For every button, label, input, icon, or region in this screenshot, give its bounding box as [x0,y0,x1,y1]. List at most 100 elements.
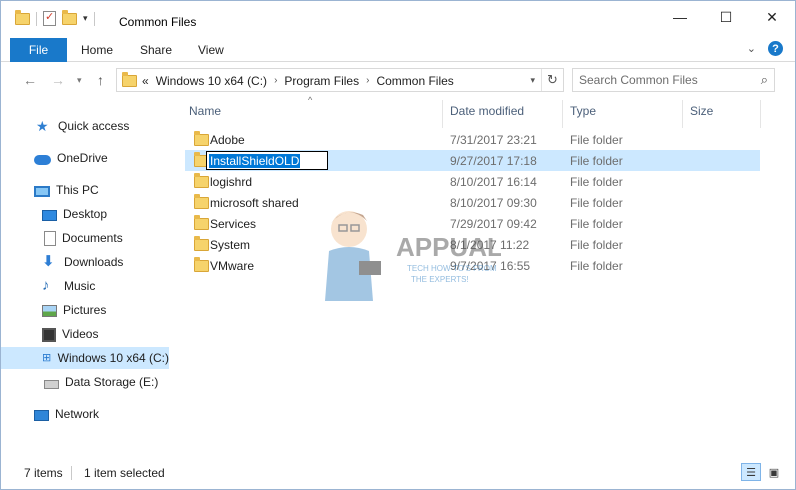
breadcrumb-item[interactable]: Windows 10 x64 (C:) [156,74,267,88]
navigation-pane: ★ Quick access OneDrive This PC Desktop … [1,98,176,457]
column-header-type[interactable]: Type [570,98,596,124]
breadcrumb: « Windows 10 x64 (C:) › Program Files › … [142,74,454,88]
up-arrow-icon[interactable]: ↑ [97,72,104,88]
sidebar-item-data-storage[interactable]: Data Storage (E:) [1,371,169,393]
close-button[interactable]: ✕ [749,1,795,33]
sidebar-item-network[interactable]: Network [1,403,169,425]
properties-icon[interactable] [43,10,56,26]
sidebar-item-documents[interactable]: Documents [1,227,169,249]
music-note-icon: ♪ [42,277,50,294]
documents-icon [44,230,56,246]
maximize-button[interactable]: ☐ [703,1,749,33]
sidebar-item-videos[interactable]: Videos [1,323,169,345]
sidebar-item-label: This PC [56,183,99,197]
window-controls: — ☐ ✕ [657,1,795,33]
toolbar-divider [36,11,37,26]
column-divider[interactable] [760,100,761,128]
large-icons-view-button[interactable]: ▣ [764,463,784,481]
file-type: File folder [570,154,623,168]
folder-icon [194,215,209,230]
tab-file[interactable]: File [10,38,67,62]
back-arrow-icon[interactable]: ← [23,72,37,88]
folder-icon [122,72,137,87]
item-count: 7 items [24,466,63,480]
help-icon[interactable]: ? [768,41,783,56]
address-history-chevron-icon[interactable]: ▾ [530,75,535,86]
new-folder-icon[interactable] [62,9,77,25]
file-type: File folder [570,259,623,273]
sidebar-item-label: Documents [62,231,123,245]
file-type: File folder [570,238,623,252]
watermark-brand: APPUALS [396,232,501,262]
folder-icon [194,236,209,251]
drive-icon [44,380,59,389]
file-date-modified: 7/31/2017 23:21 [450,133,537,147]
sidebar-item-pictures[interactable]: Pictures [1,299,169,321]
tab-share[interactable]: Share [140,43,172,57]
column-header-date-modified[interactable]: Date modified [450,98,524,124]
computer-icon [34,185,50,197]
file-row-adobe[interactable]: Adobe 7/31/2017 23:21 File folder [185,129,760,150]
sidebar-item-windows-drive[interactable]: ⊞ Windows 10 x64 (C:) [1,347,169,369]
file-name: VMware [210,259,255,273]
toolbar-divider [93,11,95,26]
sidebar-item-downloads[interactable]: ⬇ Downloads [1,251,169,273]
search-box[interactable]: ⌕ [572,68,775,92]
refresh-icon[interactable]: ↻ [541,69,563,91]
column-header-name[interactable]: Name [189,98,221,124]
file-name: microsoft shared [210,196,299,210]
sidebar-item-desktop[interactable]: Desktop [1,203,169,225]
title-bar: ▾ Common Files — ☐ ✕ [1,1,795,37]
sidebar-item-music[interactable]: ♪ Music [1,275,169,297]
expand-ribbon-chevron-icon[interactable]: ⌄ [747,42,756,55]
chevron-right-icon[interactable]: › [366,74,369,88]
sidebar-item-label: Videos [62,327,99,341]
file-date-modified: 8/10/2017 16:14 [450,175,537,189]
column-divider[interactable] [562,100,563,128]
sidebar-item-label: Data Storage (E:) [65,375,159,389]
file-type: File folder [570,175,623,189]
folder-icon [194,194,209,209]
watermark-tagline-1: TECH HOW-TO'S FROM [407,264,497,273]
windows-drive-icon: ⊞ [42,352,52,364]
file-row-installshieldold[interactable]: InstallShieldOLD 9/27/2017 17:18 File fo… [185,150,760,171]
column-divider[interactable] [442,100,443,128]
minimize-button[interactable]: — [657,1,703,33]
sidebar-item-quick-access[interactable]: ★ Quick access [1,115,169,137]
status-bar: 7 items 1 item selected ☰ ▣ [1,461,795,489]
tab-view[interactable]: View [198,43,224,57]
sidebar-item-label: Downloads [64,255,124,269]
file-row-logishrd[interactable]: logishrd 8/10/2017 16:14 File folder [185,171,760,192]
network-icon [34,410,49,421]
customize-toolbar-chevron-icon[interactable]: ▾ [83,13,88,24]
cloud-icon [34,155,51,165]
tab-home[interactable]: Home [81,43,113,57]
sidebar-item-label: OneDrive [57,151,108,165]
forward-arrow-icon[interactable]: → [51,72,65,88]
address-bar[interactable]: « Windows 10 x64 (C:) › Program Files › … [116,68,564,92]
rename-input[interactable]: InstallShieldOLD [206,151,328,170]
status-divider [71,466,72,480]
pictures-icon [42,305,57,317]
breadcrumb-item[interactable]: Common Files [376,74,453,88]
download-arrow-icon: ⬇ [42,253,55,270]
folder-icon [194,131,209,146]
file-name: Adobe [210,133,245,147]
rename-selected-text[interactable]: InstallShieldOLD [209,154,301,168]
appuals-watermark-logo: APPUALS TECH HOW-TO'S FROM THE EXPERTS! [325,211,501,301]
breadcrumb-item[interactable]: Program Files [284,74,359,88]
breadcrumb-overflow[interactable]: « [142,74,149,88]
ribbon-right-controls: ⌄ ? [747,41,783,56]
recent-locations-chevron-icon[interactable]: ▾ [77,75,82,86]
column-divider[interactable] [682,100,683,128]
file-explorer-window: ▾ Common Files — ☐ ✕ File Home Share Vie… [0,0,796,490]
sidebar-item-this-pc[interactable]: This PC [1,179,169,201]
folder-icon [194,257,209,272]
column-header-size[interactable]: Size [690,98,713,124]
chevron-right-icon[interactable]: › [274,74,277,88]
ribbon-tabs: File Home Share View ⌄ ? [1,38,795,62]
search-input[interactable] [579,72,749,88]
details-view-button[interactable]: ☰ [741,463,761,481]
sidebar-item-onedrive[interactable]: OneDrive [1,147,169,169]
search-icon[interactable]: ⌕ [761,72,768,88]
